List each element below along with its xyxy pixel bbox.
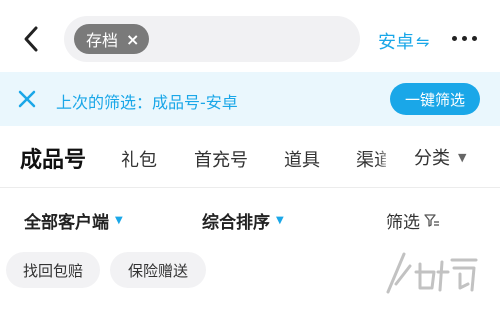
search-input[interactable]: 存档 × [64,16,360,62]
category-dropdown[interactable]: 分类 ▼ [392,134,500,180]
one-key-filter-button[interactable]: 一键筛选 [390,83,480,115]
chip-retrieve-compensation[interactable]: 找回包赔 [6,252,100,288]
swap-icon: ⇋ [416,31,430,51]
tab-finished-account[interactable]: 成品号 [20,142,86,174]
caret-down-icon: ▼ [115,215,123,226]
sort-order-dropdown[interactable]: 综合排序 ▼ [202,208,284,233]
chip-insurance-gift[interactable]: 保险赠送 [110,252,206,288]
watermark-logo [380,244,490,302]
top-bar: 存档 × 安卓 ⇋ [0,0,500,72]
client-label: 全部客户端 [24,213,109,233]
close-icon[interactable] [16,88,38,110]
tab-first-recharge[interactable]: 首充号 [194,146,248,172]
platform-label: 安卓 [378,32,414,53]
more-icon[interactable] [452,36,477,41]
sort-filter-row: 全部客户端 ▼ 综合排序 ▼ 筛选 [0,188,500,248]
chevron-down-icon: ▼ [458,150,467,164]
client-dropdown[interactable]: 全部客户端 ▼ [24,208,123,233]
caret-down-icon: ▼ [276,215,284,226]
search-tag-label: 存档 [86,31,119,50]
tag-remove-icon[interactable]: × [126,30,139,49]
filter-label: 筛选 [386,213,420,233]
search-tag-chip[interactable]: 存档 × [74,24,150,54]
sort-order-label: 综合排序 [202,213,270,233]
platform-switch-button[interactable]: 安卓 ⇋ [378,28,429,54]
category-tabs: 成品号 礼包 首充号 道具 渠道 分类 ▼ [0,126,500,188]
filter-icon [424,213,439,227]
last-filter-banner: 上次的筛选：成品号-安卓 一键筛选 [0,72,500,126]
tab-gift-pack[interactable]: 礼包 [121,146,157,172]
filter-button[interactable]: 筛选 [386,208,440,233]
category-label: 分类 [414,148,450,169]
last-filter-text: 上次的筛选：成品号-安卓 [56,93,238,112]
back-icon[interactable] [18,24,46,54]
tabs-fade [378,134,392,180]
tab-items[interactable]: 道具 [284,146,320,172]
